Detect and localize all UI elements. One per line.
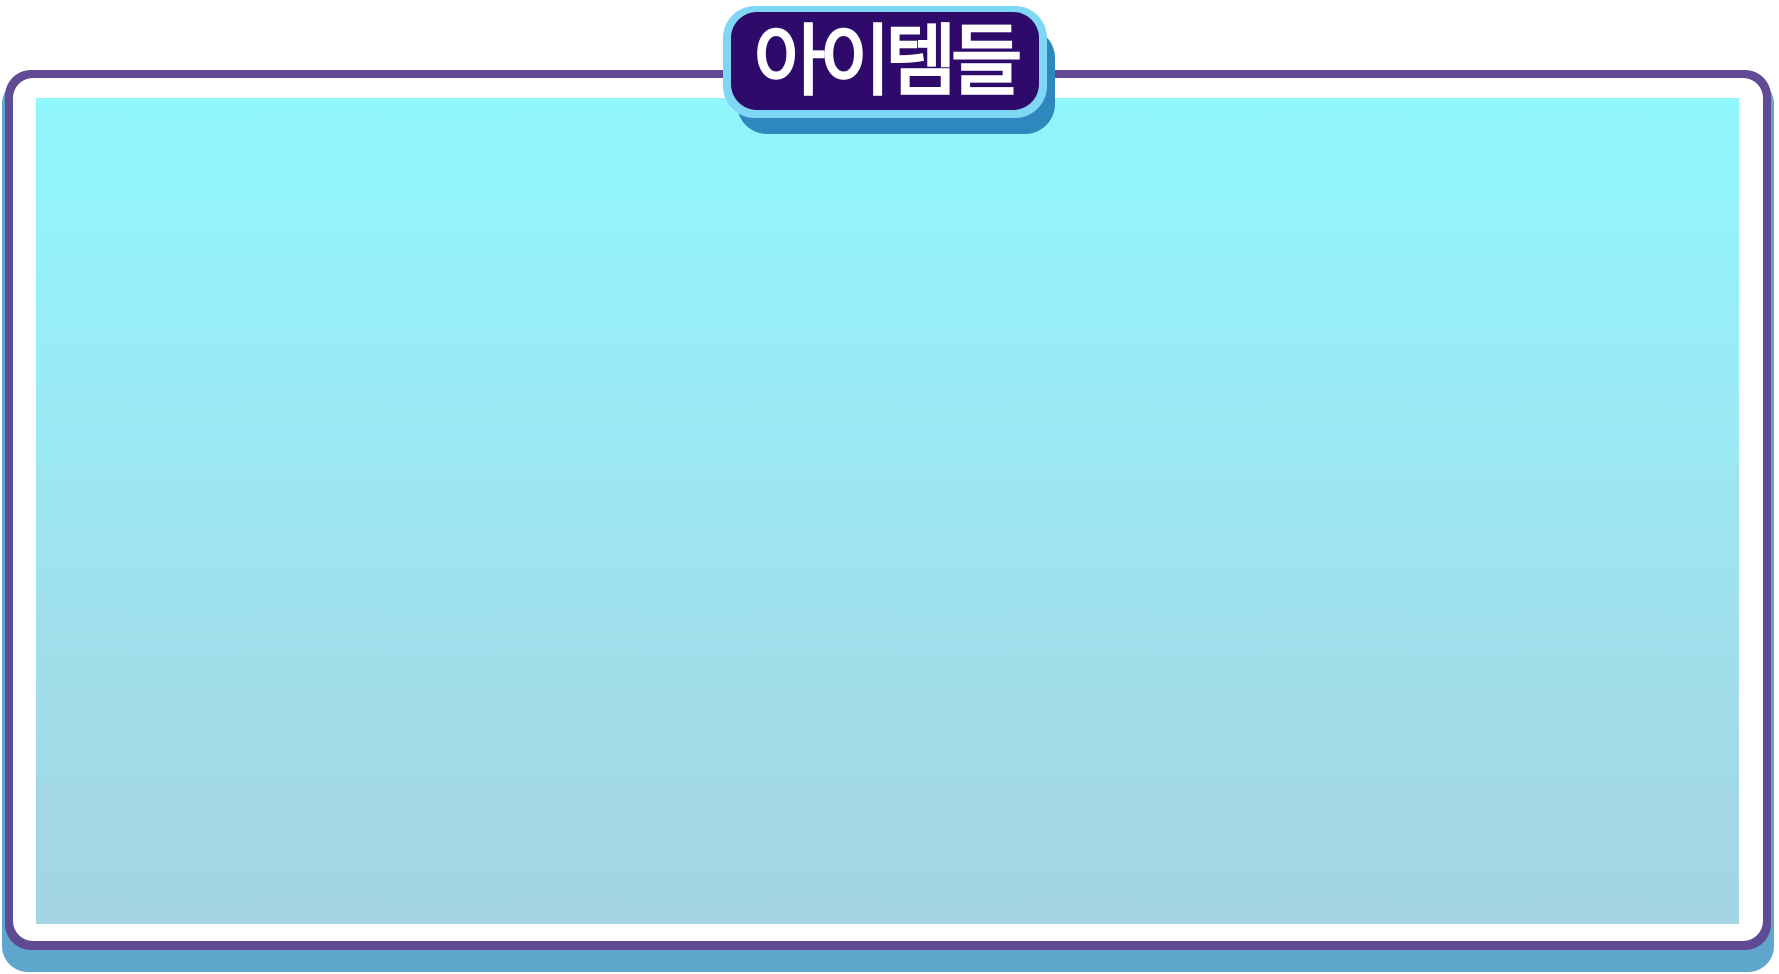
panel-title: 아이템들 — [753, 17, 1022, 107]
title-badge: 아이템들 — [723, 6, 1057, 136]
items-panel-content — [36, 98, 1739, 924]
